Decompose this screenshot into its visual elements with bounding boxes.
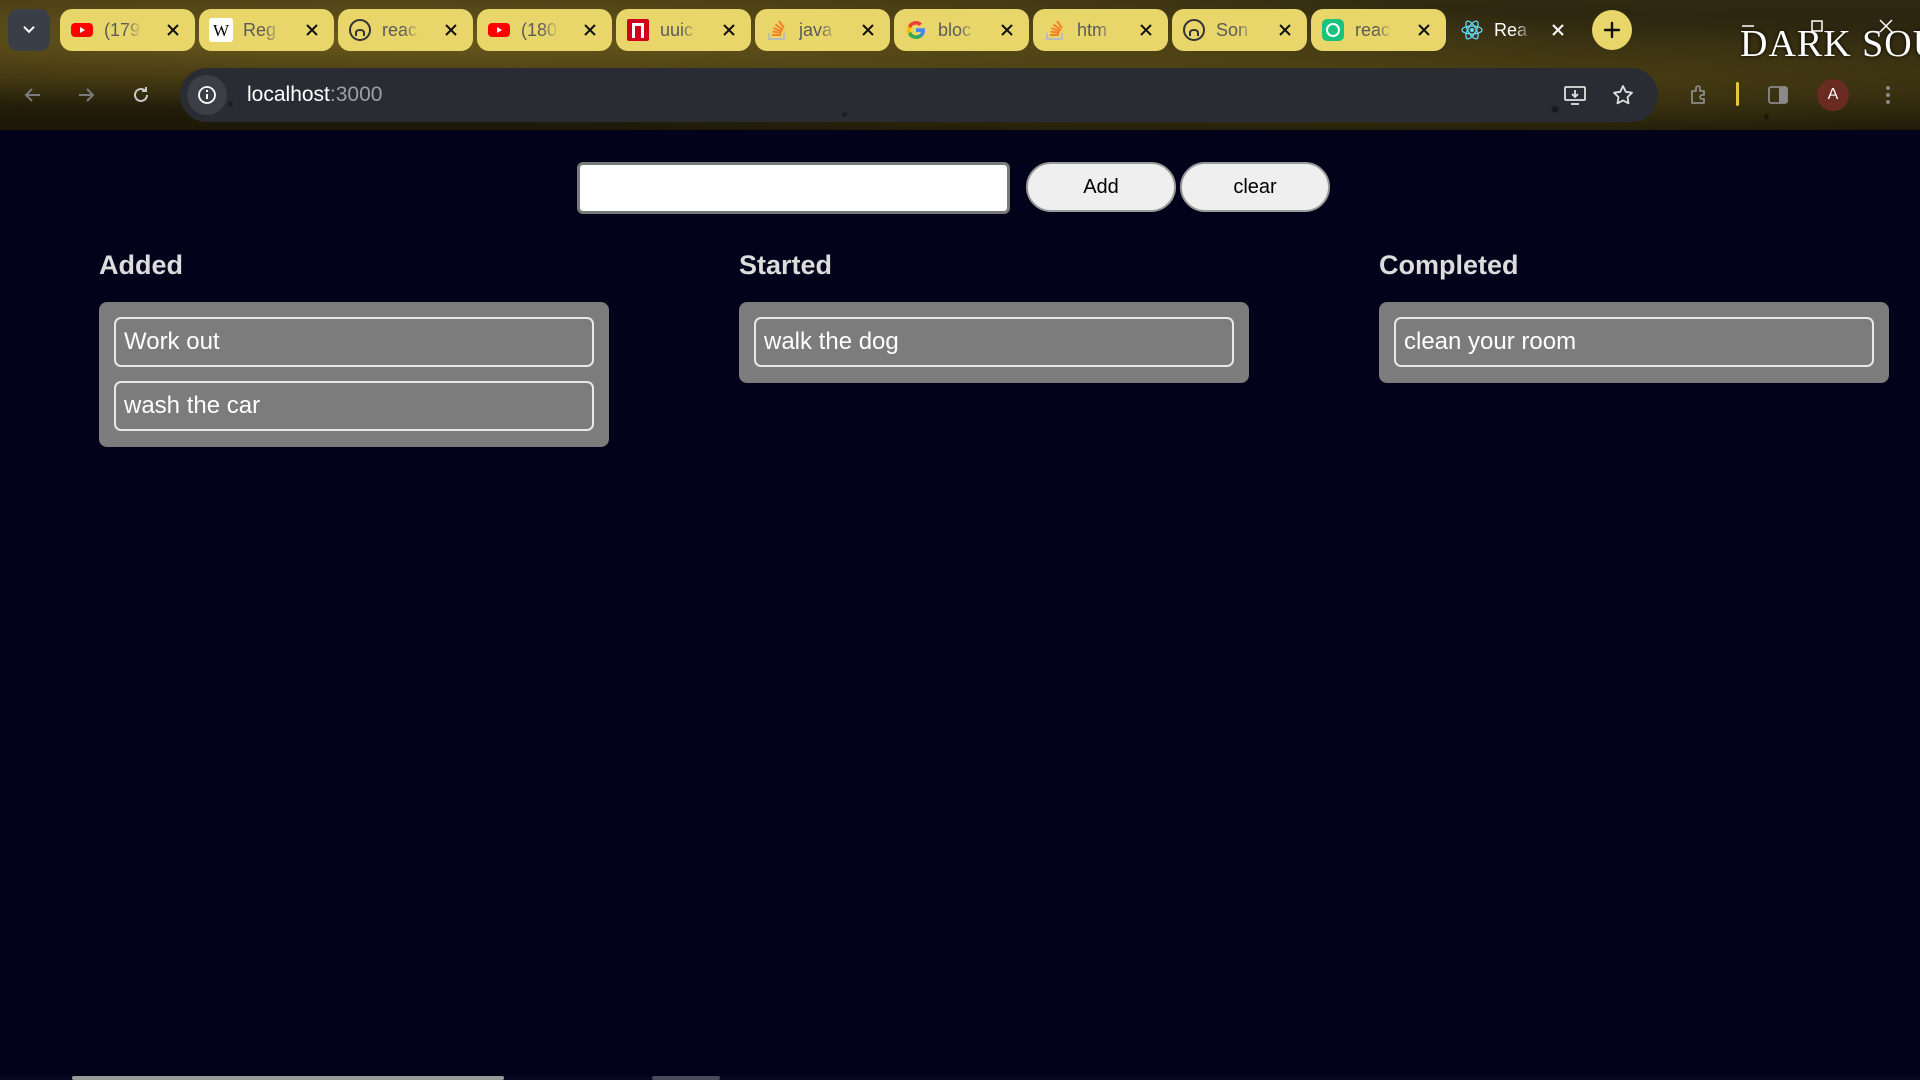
browser-tab[interactable]: htm [1033, 9, 1168, 51]
column-started: Started walk the dog [739, 245, 1249, 383]
close-icon[interactable] [719, 20, 739, 40]
close-icon[interactable] [1414, 20, 1434, 40]
site-info-icon[interactable] [187, 75, 227, 115]
forward-icon[interactable] [69, 78, 103, 112]
tab-title: Rea [1494, 19, 1528, 40]
tab-title: java [799, 19, 833, 40]
address-bar[interactable]: localhost:3000 [180, 68, 1658, 122]
scrollbar-thumb-secondary[interactable] [652, 1076, 720, 1080]
tab-title: (180 [521, 19, 558, 40]
task-card[interactable]: wash the car [114, 381, 594, 431]
tab-title: htm [1077, 19, 1108, 40]
browser-tab[interactable]: (180 [477, 9, 612, 51]
close-icon[interactable] [1548, 20, 1568, 40]
bookmark-star-icon[interactable] [1608, 80, 1638, 110]
browser-tab[interactable]: reac [338, 9, 473, 51]
task-input[interactable] [577, 162, 1010, 214]
github-icon [348, 18, 372, 42]
stackoverflow-icon [765, 18, 789, 42]
toolbar-separator [1736, 82, 1739, 106]
column-title: Completed [1379, 250, 1519, 280]
close-icon[interactable] [580, 20, 600, 40]
clear-button[interactable]: clear [1180, 162, 1330, 212]
tab-title: reac [1355, 19, 1391, 40]
tab-title: bloc [938, 19, 972, 40]
youtube-icon [70, 18, 94, 42]
browser-tab[interactable]: java [755, 9, 890, 51]
tab-title: uuic [660, 19, 694, 40]
chatgpt-icon [1321, 18, 1345, 42]
column-added: Added Work out wash the car [99, 245, 609, 447]
card-list: Work out wash the car [99, 302, 609, 447]
task-card[interactable]: Work out [114, 317, 594, 367]
tab-strip: (179 W Reg reac (180 uuic java bloc htm … [60, 9, 1580, 51]
browser-tab[interactable]: Son [1172, 9, 1307, 51]
back-icon[interactable] [16, 78, 50, 112]
more-menu-icon[interactable] [1872, 79, 1904, 111]
close-icon[interactable] [1136, 20, 1156, 40]
react-icon [1460, 18, 1484, 42]
card-list: walk the dog [739, 302, 1249, 383]
stackoverflow-icon [1043, 18, 1067, 42]
profile-avatar[interactable]: A [1817, 79, 1849, 111]
browser-tab[interactable]: uuic [616, 9, 751, 51]
extensions-icon[interactable] [1683, 79, 1715, 111]
tab-title: reac [382, 19, 418, 40]
card-list: clean your room [1379, 302, 1889, 383]
youtube-icon [487, 18, 511, 42]
install-app-icon[interactable] [1560, 80, 1590, 110]
url-text: localhost:3000 [247, 83, 382, 107]
plus-icon [1603, 21, 1621, 39]
browser-tab[interactable]: W Reg [199, 9, 334, 51]
task-card[interactable]: walk the dog [754, 317, 1234, 367]
browser-tab[interactable]: (179 [60, 9, 195, 51]
wikipedia-icon: W [209, 18, 233, 42]
close-icon[interactable] [163, 20, 183, 40]
tab-search-button[interactable] [8, 9, 50, 51]
minimize-icon[interactable] [1736, 14, 1760, 38]
maximize-icon[interactable] [1805, 14, 1829, 38]
scrollbar-thumb[interactable] [72, 1076, 504, 1080]
close-icon[interactable] [997, 20, 1017, 40]
browser-tab-active[interactable]: Rea [1450, 9, 1580, 51]
close-icon[interactable] [302, 20, 322, 40]
chevron-down-icon [23, 26, 35, 34]
side-panel-icon[interactable] [1762, 79, 1794, 111]
svg-text:W: W [213, 21, 230, 40]
browser-tab[interactable]: reac [1311, 9, 1446, 51]
new-tab-button[interactable] [1592, 10, 1632, 50]
window-close-icon[interactable] [1874, 14, 1898, 38]
task-card[interactable]: clean your room [1394, 317, 1874, 367]
tab-title: Son [1216, 19, 1249, 40]
reload-icon[interactable] [124, 78, 158, 112]
dictionary-icon [626, 18, 650, 42]
github-icon [1182, 18, 1206, 42]
tab-title: (179 [104, 19, 141, 40]
close-icon[interactable] [441, 20, 461, 40]
app-page: Add clear Added Work out wash the car St… [0, 130, 1920, 1080]
browser-chrome: (179 W Reg reac (180 uuic java bloc htm … [0, 0, 1920, 130]
google-icon [904, 18, 928, 42]
close-icon[interactable] [858, 20, 878, 40]
column-completed: Completed clean your room [1379, 245, 1889, 383]
column-title: Started [739, 250, 833, 280]
browser-tab[interactable]: bloc [894, 9, 1029, 51]
tab-title: Reg [243, 19, 277, 40]
close-icon[interactable] [1275, 20, 1295, 40]
add-button[interactable]: Add [1026, 162, 1176, 212]
url-port: :3000 [329, 83, 383, 106]
column-title: Added [99, 250, 183, 280]
url-host: localhost [247, 83, 330, 106]
